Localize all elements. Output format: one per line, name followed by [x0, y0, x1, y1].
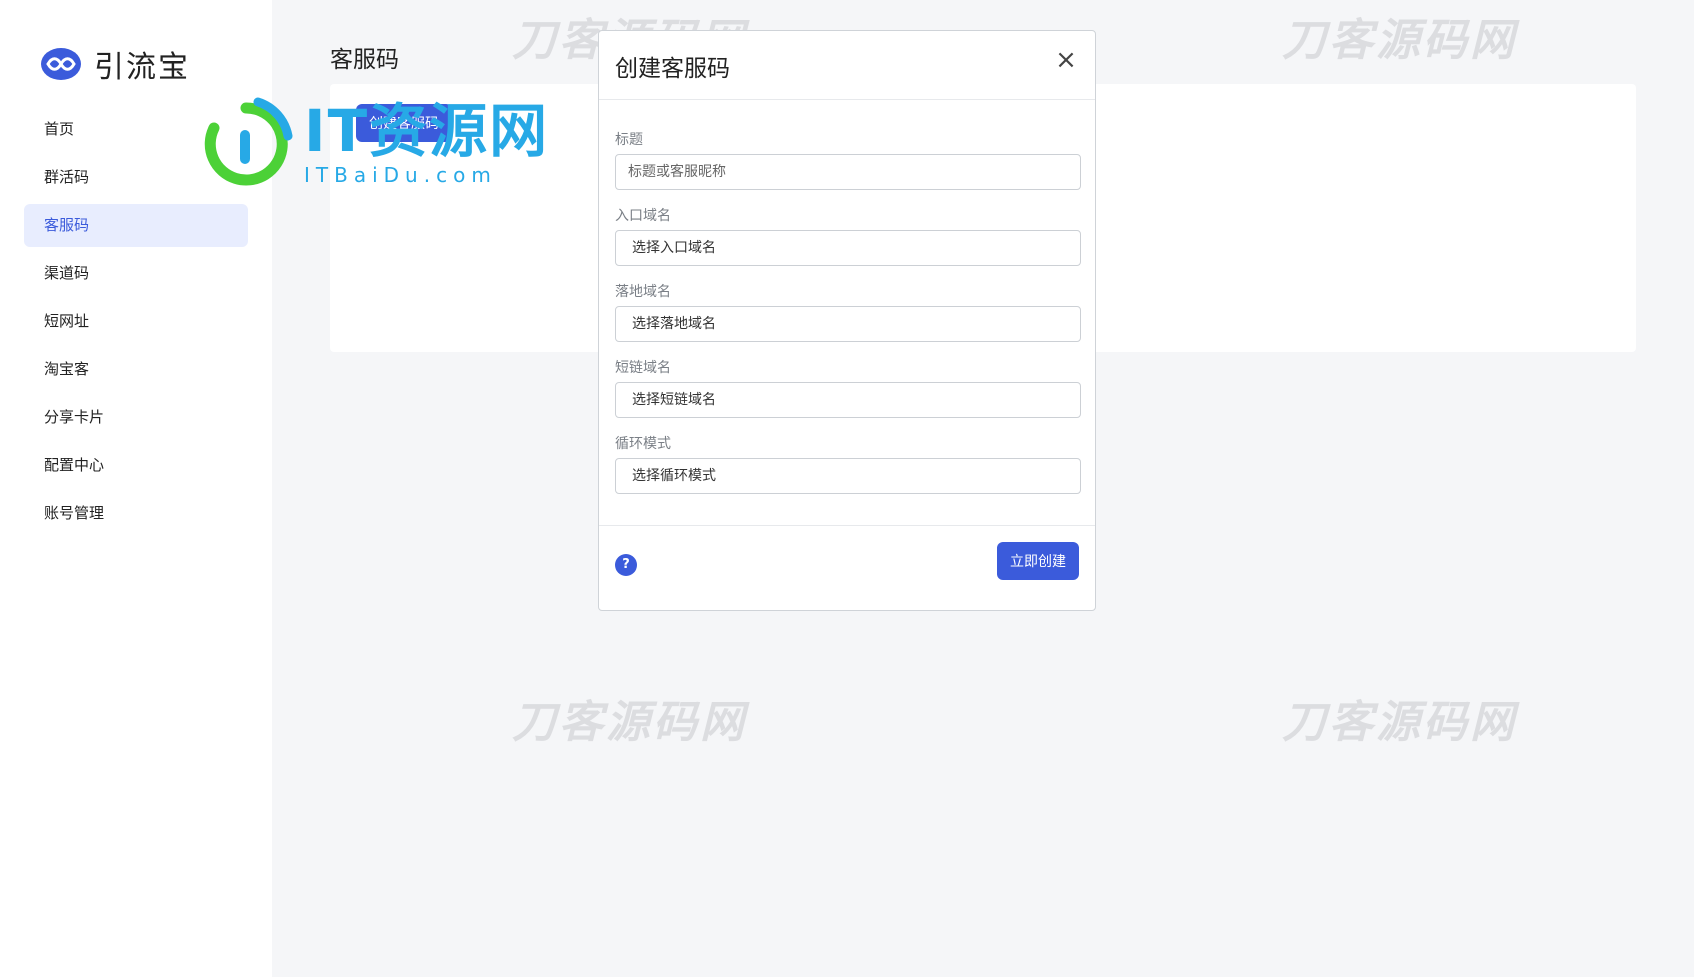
entry-domain-label: 入口域名 — [615, 208, 671, 224]
modal-overlay: 创建客服码 × 标题 入口域名 选择入口域名 落地域名 选择落地域名 短链域名 … — [0, 0, 1694, 977]
loop-mode-label: 循环模式 — [615, 436, 671, 452]
modal-title: 创建客服码 — [615, 56, 730, 82]
modal-header: 创建客服码 × — [599, 31, 1095, 100]
modal-footer: ? 立即创建 — [599, 525, 1095, 612]
close-icon[interactable]: × — [1051, 45, 1081, 75]
create-service-code-modal: 创建客服码 × 标题 入口域名 选择入口域名 落地域名 选择落地域名 短链域名 … — [598, 30, 1096, 611]
loop-mode-select[interactable]: 选择循环模式 — [615, 458, 1081, 494]
short-link-domain-select[interactable]: 选择短链域名 — [615, 382, 1081, 418]
short-link-domain-label: 短链域名 — [615, 360, 671, 376]
landing-domain-label: 落地域名 — [615, 284, 671, 300]
create-now-button[interactable]: 立即创建 — [997, 542, 1079, 580]
title-input[interactable] — [615, 154, 1081, 190]
title-label: 标题 — [615, 132, 643, 148]
modal-body: 标题 入口域名 选择入口域名 落地域名 选择落地域名 短链域名 选择短链域名 循… — [599, 100, 1095, 494]
entry-domain-select[interactable]: 选择入口域名 — [615, 230, 1081, 266]
help-icon[interactable]: ? — [615, 554, 637, 576]
landing-domain-select[interactable]: 选择落地域名 — [615, 306, 1081, 342]
